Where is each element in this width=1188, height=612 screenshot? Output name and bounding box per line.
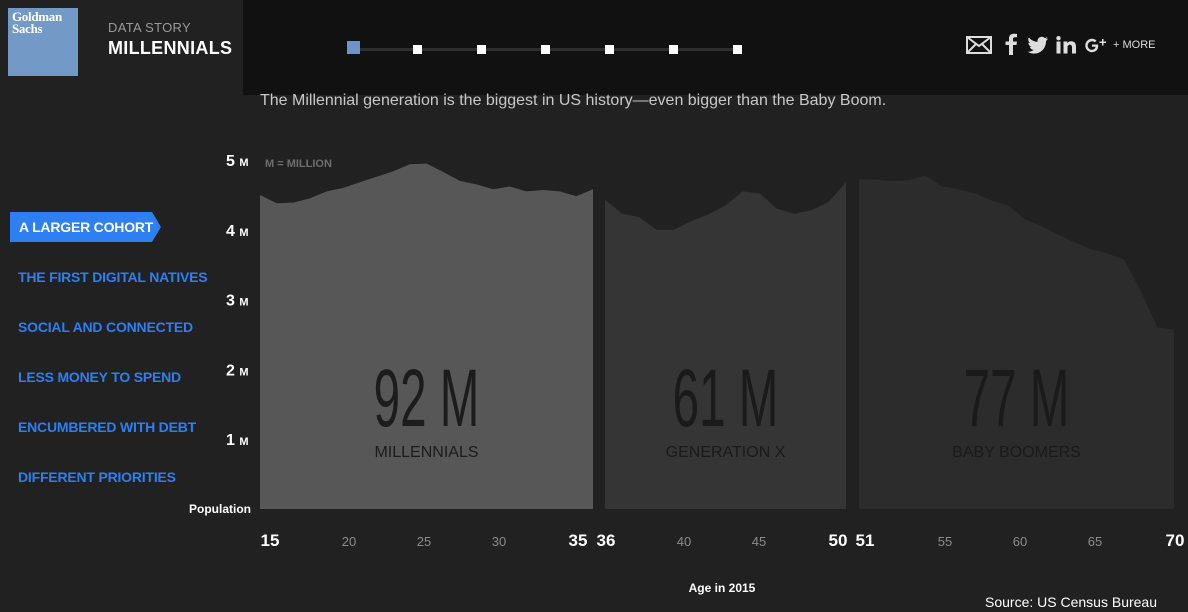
- y-tick-label: 2 M: [226, 362, 249, 379]
- x-tick-label: 36: [597, 531, 616, 550]
- x-tick-label: 60: [1013, 534, 1027, 549]
- y-tick-label: 3 M: [226, 293, 249, 310]
- series-total-label: 92 M: [374, 353, 480, 445]
- x-axis-label: Age in 2015: [689, 581, 756, 595]
- series-name-label: BABY BOOMERS: [952, 444, 1081, 461]
- y-tick-label: 5 M: [226, 153, 249, 170]
- unit-note: M = MILLION: [265, 158, 332, 170]
- x-tick-label: 25: [417, 534, 431, 549]
- x-tick-label: 70: [1166, 531, 1185, 550]
- series-name-label: MILLENNIALS: [374, 444, 478, 461]
- x-tick-label: 20: [342, 534, 356, 549]
- series-total-label: 61 M: [673, 353, 779, 445]
- x-tick-label: 30: [492, 534, 506, 549]
- source-note: Source: US Census Bureau: [985, 594, 1157, 610]
- x-tick-label: 45: [752, 534, 766, 549]
- y-tick-label: 4 M: [226, 223, 249, 240]
- y-axis-label: Population: [189, 502, 251, 516]
- series-name-label: GENERATION X: [666, 444, 786, 461]
- x-tick-label: 55: [938, 534, 952, 549]
- population-chart: 92 MMILLENNIALS 15 20 25 30 35 61 MGENERATION …: [189, 153, 1185, 610]
- series-total-label: 77 M: [964, 353, 1070, 445]
- x-tick-label: 51: [856, 531, 875, 550]
- x-tick-label: 65: [1088, 534, 1102, 549]
- x-tick-label: 50: [829, 531, 848, 550]
- x-tick-label: 40: [677, 534, 691, 549]
- x-tick-label: 15: [261, 531, 280, 550]
- y-tick-label: 1 M: [226, 432, 249, 449]
- x-tick-label: 35: [569, 531, 588, 550]
